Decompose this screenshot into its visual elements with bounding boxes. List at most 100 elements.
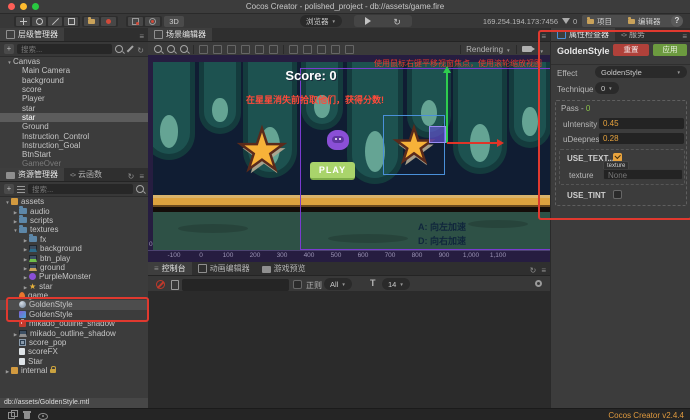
rotate-tool-icon[interactable]: [32, 17, 46, 26]
distribute-h-icon[interactable]: [289, 45, 298, 54]
tab-game-preview[interactable]: 游戏预览: [256, 262, 312, 275]
gizmo-pivot-icon[interactable]: [84, 17, 99, 26]
play-game-button[interactable]: PLAY: [310, 162, 355, 180]
expand-caret-icon[interactable]: [6, 57, 13, 66]
clear-console-icon[interactable]: [156, 280, 165, 289]
hierarchy-node[interactable]: Ground: [0, 122, 148, 131]
asset-item[interactable]: mikado_outline_shadow: [0, 319, 148, 328]
apply-button[interactable]: 应用: [653, 44, 687, 56]
reset-button[interactable]: 重置: [613, 44, 649, 56]
asset-item[interactable]: PurpleMonster: [0, 272, 148, 281]
open-editor-button[interactable]: 编辑器: [623, 15, 676, 27]
rect-tool-icon[interactable]: [64, 17, 78, 26]
hierarchy-node[interactable]: star: [0, 103, 148, 112]
assets-search-input[interactable]: 搜索...: [28, 184, 133, 194]
asset-item[interactable]: star: [0, 282, 148, 291]
expand-caret-icon[interactable]: [12, 207, 19, 216]
expand-caret-icon[interactable]: [22, 272, 29, 281]
zoom-in-icon[interactable]: [167, 45, 175, 53]
gizmo-y-axis-arrow[interactable]: [446, 73, 448, 143]
hierarchy-node[interactable]: Instruction_Goal: [0, 141, 148, 150]
expand-caret-icon[interactable]: [22, 254, 29, 263]
hierarchy-node[interactable]: Instruction_Control: [0, 131, 148, 140]
expand-caret-icon[interactable]: [12, 216, 19, 225]
zoom-tool-icon[interactable]: [154, 45, 162, 53]
hierarchy-node-selected[interactable]: star: [0, 113, 148, 122]
help-button[interactable]: [671, 15, 683, 27]
tab-hierarchy[interactable]: 层级管理器: [0, 28, 64, 41]
tab-properties[interactable]: 属性检查器: [551, 28, 615, 41]
hierarchy-node[interactable]: background: [0, 76, 148, 85]
same-size-icon[interactable]: [345, 45, 354, 54]
expand-caret-icon[interactable]: [12, 329, 19, 338]
asset-item[interactable]: audio: [0, 206, 148, 215]
camera-icon[interactable]: [522, 46, 532, 52]
search-icon[interactable]: [115, 45, 123, 53]
purple-monster-sprite[interactable]: [327, 130, 349, 150]
asset-item[interactable]: score_pop: [0, 338, 148, 347]
asset-item[interactable]: internal: [0, 366, 148, 375]
panel-menu-icon[interactable]: [682, 26, 687, 44]
font-size-dropdown[interactable]: 14: [382, 278, 410, 290]
expand-caret-icon[interactable]: [22, 282, 29, 291]
move-tool-icon[interactable]: [16, 17, 30, 26]
console-filter-input[interactable]: [182, 279, 289, 291]
asset-item[interactable]: btn_play: [0, 253, 148, 262]
align-middle-icon[interactable]: [255, 45, 264, 54]
hierarchy-node[interactable]: BtnStart: [0, 150, 148, 159]
asset-item[interactable]: background: [0, 244, 148, 253]
tab-assets[interactable]: 资源管理器: [0, 168, 64, 181]
trash-icon[interactable]: [24, 413, 30, 419]
gizmo-x-axis-arrow[interactable]: [447, 142, 497, 144]
asset-item[interactable]: scripts: [0, 216, 148, 225]
panel-menu-icon[interactable]: [139, 166, 144, 184]
asset-item[interactable]: assets: [0, 197, 148, 206]
same-width-icon[interactable]: [317, 45, 326, 54]
hierarchy-node[interactable]: Player: [0, 94, 148, 103]
asset-item[interactable]: GoldenStyle: [0, 310, 148, 319]
align-left-icon[interactable]: [199, 45, 208, 54]
edit-filter-icon[interactable]: [127, 46, 134, 53]
duplicate-icon[interactable]: [8, 412, 15, 419]
open-project-button[interactable]: 项目: [582, 15, 629, 27]
align-top-icon[interactable]: [241, 45, 250, 54]
hierarchy-node[interactable]: Canvas: [0, 57, 148, 66]
udeepness-input[interactable]: 0.28: [599, 133, 684, 144]
refresh-icon[interactable]: [530, 260, 537, 278]
scale-tool-icon[interactable]: [48, 17, 62, 26]
zoom-out-icon[interactable]: [180, 45, 188, 53]
tab-console[interactable]: 控制台: [148, 262, 192, 275]
asset-item[interactable]: ground: [0, 263, 148, 272]
asset-item[interactable]: fx: [0, 235, 148, 244]
tab-animation-editor[interactable]: 动画编辑器: [192, 262, 256, 275]
toggle-3d-button[interactable]: 3D: [164, 16, 184, 27]
preview-target-dropdown[interactable]: 浏览器: [300, 15, 342, 27]
asset-item[interactable]: textures: [0, 225, 148, 234]
uintensity-input[interactable]: 0.45: [599, 118, 684, 129]
play-button[interactable]: [365, 17, 371, 25]
expand-caret-icon[interactable]: [22, 263, 29, 272]
align-node-icon[interactable]: [145, 17, 160, 26]
asset-item[interactable]: Star: [0, 357, 148, 366]
use-tint-checkbox[interactable]: [613, 190, 622, 199]
gizmo-space-icon[interactable]: [101, 17, 116, 26]
align-right-icon[interactable]: [227, 45, 236, 54]
asset-item-selected[interactable]: GoldenStyle: [0, 300, 148, 309]
expand-caret-icon[interactable]: [4, 197, 11, 206]
rendering-dropdown[interactable]: Rendering: [466, 45, 510, 54]
search-icon[interactable]: [136, 185, 144, 193]
expand-caret-icon[interactable]: [22, 244, 29, 253]
gizmo-move-handle[interactable]: [429, 126, 446, 143]
hierarchy-node[interactable]: score: [0, 85, 148, 94]
log-level-dropdown[interactable]: All: [324, 278, 352, 290]
tab-cloud-function[interactable]: 云函数: [64, 168, 108, 181]
asset-item[interactable]: game: [0, 291, 148, 300]
panel-menu-icon[interactable]: [139, 26, 144, 44]
same-height-icon[interactable]: [331, 45, 340, 54]
texture-input[interactable]: None: [603, 169, 683, 180]
hierarchy-node[interactable]: Main Camera: [0, 66, 148, 75]
asset-item[interactable]: mikado_outline_shadow: [0, 328, 148, 337]
expand-caret-icon[interactable]: [12, 225, 19, 234]
create-asset-button[interactable]: [4, 184, 14, 194]
hierarchy-search-input[interactable]: 搜索...: [17, 44, 112, 54]
